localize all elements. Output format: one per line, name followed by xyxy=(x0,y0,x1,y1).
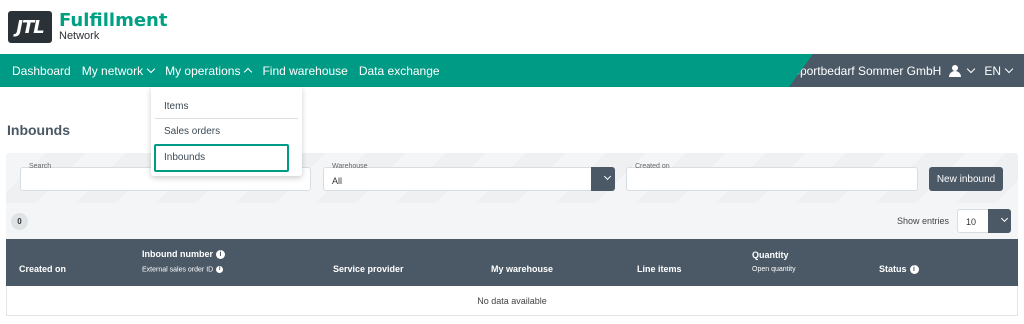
nav-dashboard[interactable]: Dashboard xyxy=(12,64,71,78)
chevron-down-icon xyxy=(1000,214,1009,223)
warehouse-dropdown-button[interactable] xyxy=(591,167,615,191)
user-icon[interactable] xyxy=(949,64,962,77)
company-name: Sportbedarf Sommer GmbH xyxy=(791,63,942,78)
nav-my-operations[interactable]: My operations xyxy=(165,63,253,78)
show-entries-label: Show entries xyxy=(897,216,950,226)
warehouse-value: All xyxy=(332,176,343,186)
page-title: Inbounds xyxy=(7,122,70,138)
language-selector[interactable]: EN xyxy=(984,63,1014,78)
col-service-provider[interactable]: Service provider xyxy=(333,264,404,274)
dropdown-item-inbounds[interactable]: Inbounds xyxy=(164,152,205,163)
dropdown-item-sales-orders[interactable]: Sales orders xyxy=(164,126,220,137)
chevron-up-icon xyxy=(244,67,253,76)
info-icon[interactable]: i xyxy=(216,266,224,273)
col-status-label: Status xyxy=(879,264,907,274)
col-line-items[interactable]: Line items xyxy=(637,264,682,274)
nav-data-exchange[interactable]: Data exchange xyxy=(359,64,440,78)
entries-per-page-select[interactable]: 10 xyxy=(957,209,1011,233)
new-inbound-button[interactable]: New inbound xyxy=(929,167,1003,191)
col-inbound-number-label: Inbound number xyxy=(142,249,213,259)
account-area: Sportbedarf Sommer GmbH EN xyxy=(789,54,1024,87)
entries-value: 10 xyxy=(966,217,977,227)
warehouse-select[interactable]: Warehouse All xyxy=(323,163,615,191)
created-on-label: Created on xyxy=(635,163,670,170)
main-navbar: Dashboard My network My operations Find … xyxy=(0,54,1024,87)
dropdown-item-items[interactable]: Items xyxy=(164,101,188,112)
nav-find-warehouse-label: Find warehouse xyxy=(262,63,348,78)
dropdown-divider xyxy=(155,118,298,119)
empty-state-text: No data available xyxy=(477,296,547,306)
chevron-down-icon[interactable] xyxy=(967,64,976,73)
results-bar: 0 Show entries 10 xyxy=(6,203,1018,239)
col-quantity[interactable]: Quantity xyxy=(752,250,789,260)
nav-data-exchange-label: Data exchange xyxy=(358,63,440,78)
col-status[interactable]: Status i xyxy=(879,264,919,275)
entries-dropdown-button[interactable] xyxy=(988,209,1011,233)
table-header: Created on Inbound number i External sale… xyxy=(6,239,1018,286)
nav-find-warehouse[interactable]: Find warehouse xyxy=(262,64,347,78)
col-open-quantity[interactable]: Open quantity xyxy=(752,266,796,273)
brand-logo[interactable]: JTL Fulfillment Network xyxy=(8,10,167,44)
nav-dashboard-label: Dashboard xyxy=(12,63,71,78)
language-label: EN xyxy=(984,63,1001,78)
nav-my-operations-label: My operations xyxy=(165,63,241,78)
nav-my-network-label: My network xyxy=(81,63,144,78)
table-body: No data available xyxy=(6,286,1018,316)
nav-my-network[interactable]: My network xyxy=(81,63,156,78)
col-external-order-id-label: External sales order ID xyxy=(142,266,214,274)
col-inbound-number[interactable]: Inbound number i xyxy=(142,249,225,260)
created-on-field[interactable]: Created on xyxy=(626,163,918,191)
result-count-badge: 0 xyxy=(11,213,28,230)
info-icon[interactable]: i xyxy=(216,250,225,260)
jtl-logo: JTL xyxy=(8,11,52,43)
my-operations-dropdown: Items Sales orders Inbounds xyxy=(151,87,302,176)
search-label: Search xyxy=(29,163,52,170)
warehouse-label: Warehouse xyxy=(332,163,368,170)
col-external-order-id[interactable]: External sales order ID i xyxy=(142,266,224,274)
chevron-down-icon xyxy=(603,172,612,181)
chevron-down-icon xyxy=(1004,64,1014,73)
brand-title: Fulfillment xyxy=(59,10,168,31)
col-my-warehouse[interactable]: My warehouse xyxy=(491,264,553,274)
chevron-down-icon xyxy=(146,64,156,73)
brand-subtitle: Network xyxy=(59,30,100,42)
info-icon[interactable]: i xyxy=(909,265,919,275)
col-created-on[interactable]: Created on xyxy=(19,264,66,274)
